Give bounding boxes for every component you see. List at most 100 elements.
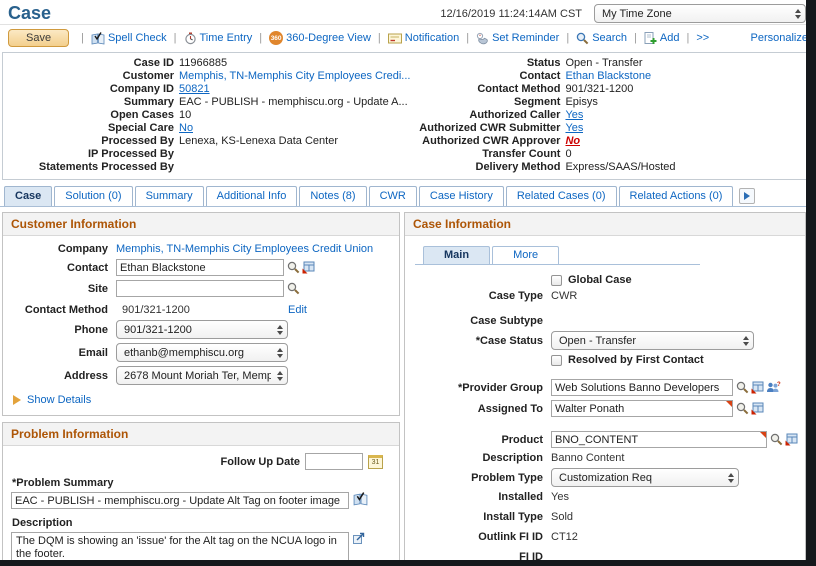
tab-notes[interactable]: Notes (8)	[299, 186, 366, 206]
provider-group-lookup-icon[interactable]	[736, 381, 749, 394]
provider-group-input[interactable]	[551, 379, 733, 396]
problem-summary-input[interactable]	[11, 492, 349, 509]
problem-information-panel: Problem Information Follow Up Date 31 *P…	[2, 422, 400, 563]
company-id-link[interactable]: 50821	[179, 83, 210, 96]
install-type-label: Install Type	[413, 511, 551, 523]
assigned-to-lookup-icon[interactable]	[736, 402, 749, 415]
authorized-cwr-approver-link[interactable]: No	[565, 135, 580, 148]
summary-row: CustomerMemphis, TN-Memphis City Employe…	[7, 70, 410, 83]
customer-link[interactable]: Memphis, TN-Memphis City Employees Credi…	[179, 70, 410, 83]
summary-left-column: Case ID11966885 CustomerMemphis, TN-Memp…	[7, 57, 410, 174]
contact-link[interactable]: Ethan Blackstone	[565, 70, 651, 83]
expand-textarea-icon[interactable]	[353, 532, 365, 544]
toolbar-separator: |	[174, 32, 177, 44]
tab-additional-info[interactable]: Additional Info	[206, 186, 298, 206]
phone-select[interactable]: 901/321-1200	[116, 320, 288, 339]
product-lookup-icon[interactable]	[770, 433, 783, 446]
installed-value: Yes	[551, 491, 569, 503]
tab-case[interactable]: Case	[4, 186, 52, 206]
company-link[interactable]: Memphis, TN-Memphis City Employees Credi…	[116, 243, 373, 255]
site-lookup-icon[interactable]	[287, 282, 300, 295]
field-label: Delivery Method	[410, 161, 565, 174]
status-value: Open - Transfer	[565, 57, 642, 70]
product-transfer-icon[interactable]	[785, 433, 798, 446]
case-subtype-label: Case Subtype	[413, 315, 551, 327]
authorized-cwr-submitter-link[interactable]: Yes	[565, 122, 583, 135]
case-status-select[interactable]: Open - Transfer	[551, 331, 754, 350]
field-label: Special Care	[7, 122, 179, 135]
contact-lookup-icon[interactable]	[287, 261, 300, 274]
search-button[interactable]: Search	[576, 32, 627, 45]
case-summary-box: Case ID11966885 CustomerMemphis, TN-Memp…	[2, 52, 814, 180]
tab-related-cases[interactable]: Related Cases (0)	[506, 186, 617, 206]
special-care-link[interactable]: No	[179, 122, 193, 135]
show-details-toggle[interactable]: Show Details	[13, 394, 391, 406]
summary-row: Authorized CWR SubmitterYes	[410, 122, 809, 135]
tab-cwr[interactable]: CWR	[369, 186, 417, 206]
spell-check-icon	[91, 32, 105, 45]
360-degree-view-button[interactable]: 360 360-Degree View	[269, 31, 371, 45]
summary-spell-check-icon[interactable]	[353, 492, 368, 506]
subtab-main[interactable]: Main	[423, 246, 490, 264]
address-select[interactable]: 2678 Mount Moriah Ter, Memphis	[116, 366, 288, 385]
install-type-value: Sold	[551, 511, 573, 523]
email-select[interactable]: ethanb@memphiscu.org	[116, 343, 288, 362]
provider-group-members-icon[interactable]: ?	[766, 381, 781, 394]
problem-type-select[interactable]: Customization Req	[551, 468, 739, 487]
toolbar-separator: |	[686, 32, 689, 44]
summary-row: SummaryEAC - PUBLISH - memphiscu.org - U…	[7, 96, 410, 109]
summary-row: Authorized CWR ApproverNo	[410, 135, 809, 148]
add-button[interactable]: Add	[644, 32, 680, 45]
contact-transfer-icon[interactable]	[302, 261, 315, 274]
follow-up-date-input[interactable]	[305, 453, 363, 470]
expand-triangle-icon	[13, 395, 21, 405]
notification-label: Notification	[405, 32, 459, 44]
product-input[interactable]	[551, 431, 767, 448]
field-label: Customer	[7, 70, 179, 83]
current-datetime: 12/16/2019 11:24:14AM CST	[440, 8, 582, 20]
global-case-checkbox[interactable]	[551, 275, 562, 286]
edit-link[interactable]: Edit	[288, 304, 307, 316]
summary-row: Contact Method901/321-1200	[410, 83, 809, 96]
select-arrows-icon	[277, 325, 283, 335]
svg-text:?: ?	[777, 382, 781, 388]
summary-row: IP Processed By	[7, 148, 410, 161]
toolbar-more-button[interactable]: >>	[696, 32, 709, 44]
summary-row: ContactEthan Blackstone	[410, 70, 809, 83]
tab-summary[interactable]: Summary	[135, 186, 204, 206]
resolved-first-contact-checkbox[interactable]	[551, 355, 562, 366]
provider-group-transfer-icon[interactable]	[751, 381, 764, 394]
case-id-value: 11966885	[179, 57, 227, 70]
calendar-icon[interactable]: 31	[368, 455, 383, 469]
summary-row: Transfer Count0	[410, 148, 809, 161]
contact-label: Contact	[11, 262, 116, 274]
notification-button[interactable]: Notification	[388, 32, 459, 44]
subtab-more[interactable]: More	[492, 246, 559, 264]
site-input[interactable]	[116, 280, 284, 297]
set-reminder-label: Set Reminder	[492, 32, 559, 44]
summary-row: Special CareNo	[7, 122, 410, 135]
personalize-link[interactable]: Personalize	[751, 32, 808, 44]
contact-input[interactable]	[116, 259, 284, 276]
tab-related-actions[interactable]: Related Actions (0)	[619, 186, 734, 206]
spell-check-button[interactable]: Spell Check	[91, 32, 167, 45]
follow-up-date-label: Follow Up Date	[221, 456, 300, 468]
provider-group-label: *Provider Group	[413, 382, 551, 394]
assigned-to-transfer-icon[interactable]	[751, 402, 764, 415]
field-label: Statements Processed By	[7, 161, 179, 174]
save-button[interactable]: Save	[8, 29, 69, 47]
tab-scroll-right-icon[interactable]	[739, 188, 755, 204]
authorized-caller-link[interactable]: Yes	[565, 109, 583, 122]
assigned-to-input[interactable]	[551, 400, 733, 417]
page-title: Case	[8, 3, 51, 23]
search-icon	[576, 32, 589, 45]
time-entry-button[interactable]: Time Entry	[184, 32, 253, 45]
description-textarea[interactable]: The DQM is showing an 'issue' for the Al…	[11, 532, 349, 563]
description-label: Description	[12, 517, 391, 529]
case-info-subtabs: Main More	[415, 246, 700, 265]
processed-by-value: Lenexa, KS-Lenexa Data Center	[179, 135, 338, 148]
timezone-select[interactable]: My Time Zone	[594, 4, 806, 23]
tab-solution[interactable]: Solution (0)	[54, 186, 132, 206]
tab-case-history[interactable]: Case History	[419, 186, 504, 206]
set-reminder-button[interactable]: Set Reminder	[476, 32, 559, 45]
